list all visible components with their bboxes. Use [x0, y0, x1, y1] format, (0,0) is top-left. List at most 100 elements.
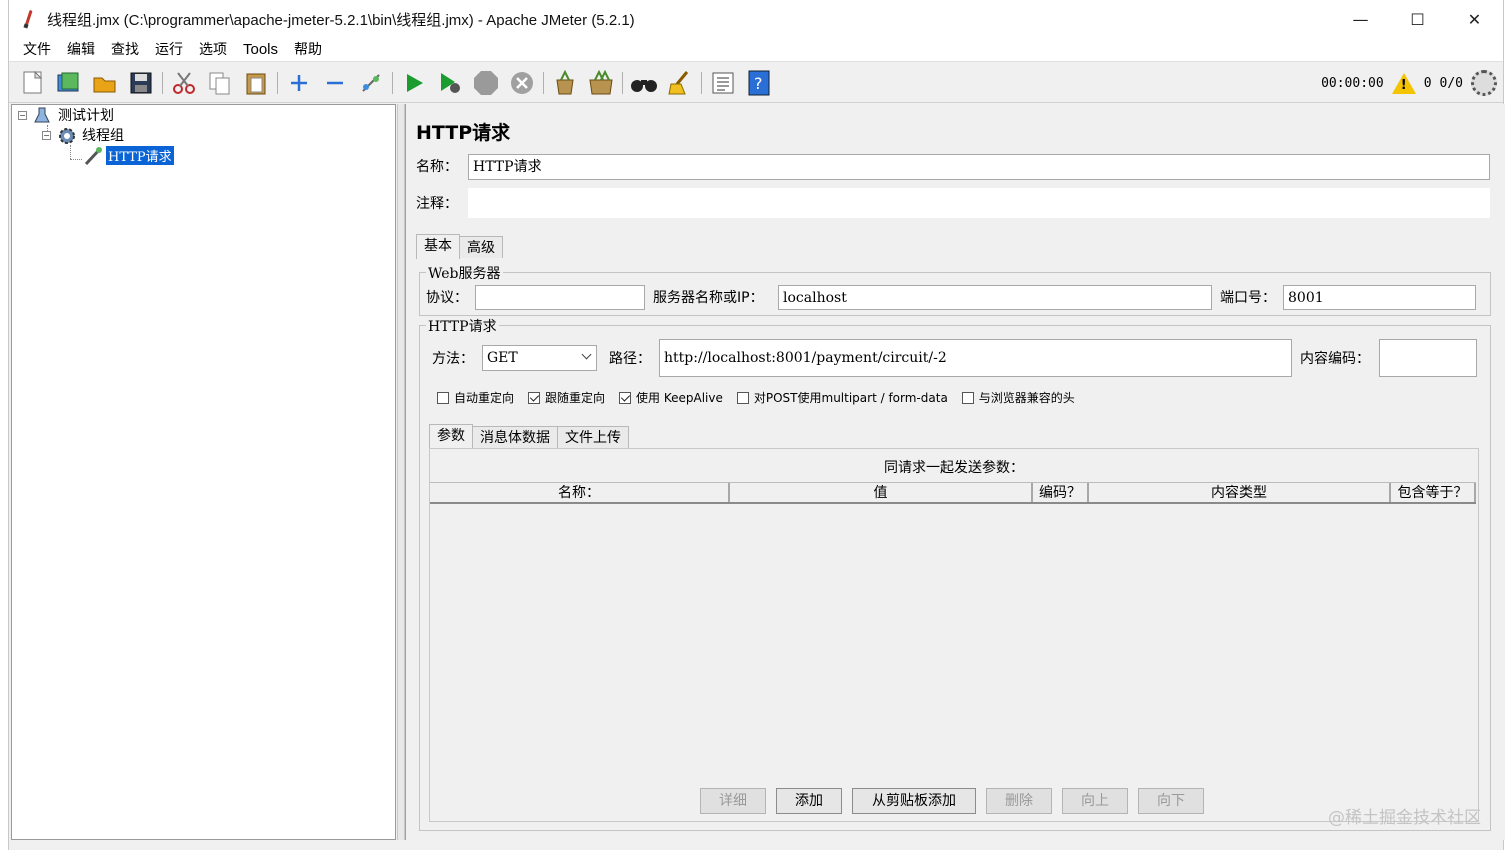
jmeter-feather-icon [19, 9, 39, 29]
menu-edit[interactable]: 编辑 [59, 38, 103, 62]
tree-node-http-request[interactable]: HTTP请求 [83, 145, 174, 166]
column-encode[interactable]: 编码？ [1033, 483, 1089, 502]
checkbox-label: 跟随重定向 [545, 391, 606, 405]
keepalive-checkbox[interactable]: 使用 KeepAlive [619, 389, 723, 406]
minimize-button[interactable]: — [1332, 0, 1389, 38]
tree-label: 线程组 [82, 128, 124, 144]
tab-advanced[interactable]: 高级 [459, 236, 503, 258]
sampler-editor: HTTP请求 名称： HTTP请求 注释： 基本 高级 Web服务器 协议： 服… [405, 104, 1505, 840]
shutdown-icon[interactable] [508, 69, 536, 97]
checkbox-box [961, 391, 974, 404]
expand-icon[interactable] [285, 69, 313, 97]
port-field[interactable]: 8001 [1283, 285, 1476, 310]
menu-help[interactable]: 帮助 [286, 38, 330, 62]
move-down-button[interactable]: 向下 [1138, 788, 1204, 814]
parameters-table-body[interactable] [430, 507, 1476, 777]
help-icon[interactable]: ? [745, 69, 773, 97]
server-field[interactable]: localhost [778, 285, 1212, 310]
start-no-pause-icon[interactable] [436, 69, 464, 97]
menu-file[interactable]: 文件 [15, 38, 59, 62]
menu-options[interactable]: 选项 [191, 38, 235, 62]
templates-icon[interactable] [55, 69, 83, 97]
start-icon[interactable] [400, 69, 428, 97]
function-helper-icon[interactable] [709, 69, 737, 97]
delete-button[interactable]: 删除 [986, 788, 1052, 814]
copy-icon[interactable] [206, 69, 234, 97]
toolbar-separator [701, 71, 702, 94]
column-include-equals[interactable]: 包含等于？ [1391, 483, 1476, 502]
checkbox-label: 对POST使用multipart / form-data [753, 391, 948, 405]
close-button[interactable]: ✕ [1446, 0, 1503, 38]
config-tabs: 基本 高级 [416, 233, 503, 259]
toolbar-separator [543, 71, 544, 94]
method-select[interactable]: GET [482, 345, 597, 371]
move-up-button[interactable]: 向上 [1062, 788, 1128, 814]
search-icon[interactable] [630, 69, 658, 97]
tab-basic[interactable]: 基本 [416, 234, 460, 259]
tree-label-selected: HTTP请求 [106, 145, 174, 165]
checkbox-box [437, 391, 449, 404]
column-value[interactable]: 值 [730, 483, 1033, 502]
group-title: Web服务器 [426, 263, 503, 283]
tree-node-test-plan[interactable]: − 测试计划 [18, 105, 116, 125]
toolbar-separator [392, 71, 393, 94]
jmeter-window: 线程组.jmx (C:\programmer\apache-jmeter-5.2… [8, 0, 1505, 850]
reset-search-icon[interactable] [666, 69, 694, 97]
comment-label: 注释： [416, 196, 458, 212]
protocol-label: 协议： [426, 290, 468, 306]
menu-tools[interactable]: Tools [235, 38, 286, 62]
tab-parameters[interactable]: 参数 [429, 424, 473, 449]
stop-icon[interactable] [472, 69, 500, 97]
multipart-checkbox[interactable]: 对POST使用multipart / form-data [736, 389, 948, 406]
path-label: 路径： [609, 351, 651, 367]
thread-group-icon [57, 126, 75, 144]
tab-file-upload[interactable]: 文件上传 [557, 426, 629, 448]
column-name[interactable]: 名称： [430, 483, 730, 502]
name-field[interactable]: HTTP请求 [468, 154, 1490, 180]
toolbar-separator [162, 71, 163, 94]
menu-bar: 文件 编辑 查找 运行 选项 Tools 帮助 [9, 38, 1503, 62]
watermark: @稀土掘金技术社区 [1328, 808, 1481, 828]
menu-run[interactable]: 运行 [147, 38, 191, 62]
tab-body-data[interactable]: 消息体数据 [472, 426, 558, 448]
comment-field[interactable] [468, 188, 1490, 218]
warning-icon[interactable]: ! [1391, 72, 1416, 94]
auto-redirect-checkbox[interactable]: 自动重定向 [437, 389, 514, 406]
paste-icon[interactable] [242, 69, 270, 97]
encoding-field[interactable] [1379, 339, 1477, 377]
name-label: 名称： [416, 159, 458, 175]
tree-collapse-toggle[interactable]: − [42, 130, 51, 140]
follow-redirects-checkbox[interactable]: 跟随重定向 [528, 389, 605, 406]
title-bar: 线程组.jmx (C:\programmer\apache-jmeter-5.2… [9, 0, 1503, 38]
path-field[interactable]: http://localhost:8001/payment/circuit/-2 [659, 339, 1292, 377]
add-button[interactable]: 添加 [776, 788, 842, 814]
clear-all-icon[interactable] [587, 69, 615, 97]
tree-node-thread-group[interactable]: − 线程组 [42, 125, 126, 145]
parameter-buttons: 详细 添加 从剪贴板添加 删除 向上 向下 [700, 788, 1204, 814]
parameters-caption: 同请求一起发送参数： [884, 460, 1024, 476]
collapse-icon[interactable] [321, 69, 349, 97]
tree-label: 测试计划 [58, 108, 114, 124]
save-icon[interactable] [127, 69, 155, 97]
column-content-type[interactable]: 内容类型 [1089, 483, 1391, 502]
clear-icon[interactable] [551, 69, 579, 97]
pane-splitter[interactable] [397, 104, 405, 840]
cut-icon[interactable] [170, 69, 198, 97]
browser-compatible-headers-checkbox[interactable]: 与浏览器兼容的头 [961, 389, 1075, 406]
maximize-button[interactable]: ☐ [1389, 0, 1446, 38]
tree-collapse-toggle[interactable]: − [18, 110, 27, 120]
warning-count: 0 [1423, 75, 1432, 91]
add-from-clipboard-button[interactable]: 从剪贴板添加 [852, 788, 976, 814]
run-status: 00:00:00 ! 0 0/0 [1321, 63, 1497, 103]
protocol-field[interactable] [475, 285, 645, 310]
http-request-group: HTTP请求 方法： GET 路径： http://localhost:8001… [419, 316, 1491, 831]
server-label: 服务器名称或IP： [653, 290, 764, 306]
detail-button[interactable]: 详细 [700, 788, 766, 814]
menu-search[interactable]: 查找 [103, 38, 147, 62]
new-icon[interactable] [19, 69, 47, 97]
tree-connector [70, 159, 82, 160]
parameters-panel: 同请求一起发送参数： 名称： 值 编码？ 内容类型 包含等于？ 详细 添加 从剪… [429, 448, 1479, 822]
toggle-icon[interactable] [357, 69, 385, 97]
window-controls: — ☐ ✕ [1332, 0, 1503, 38]
open-icon[interactable] [91, 69, 119, 97]
